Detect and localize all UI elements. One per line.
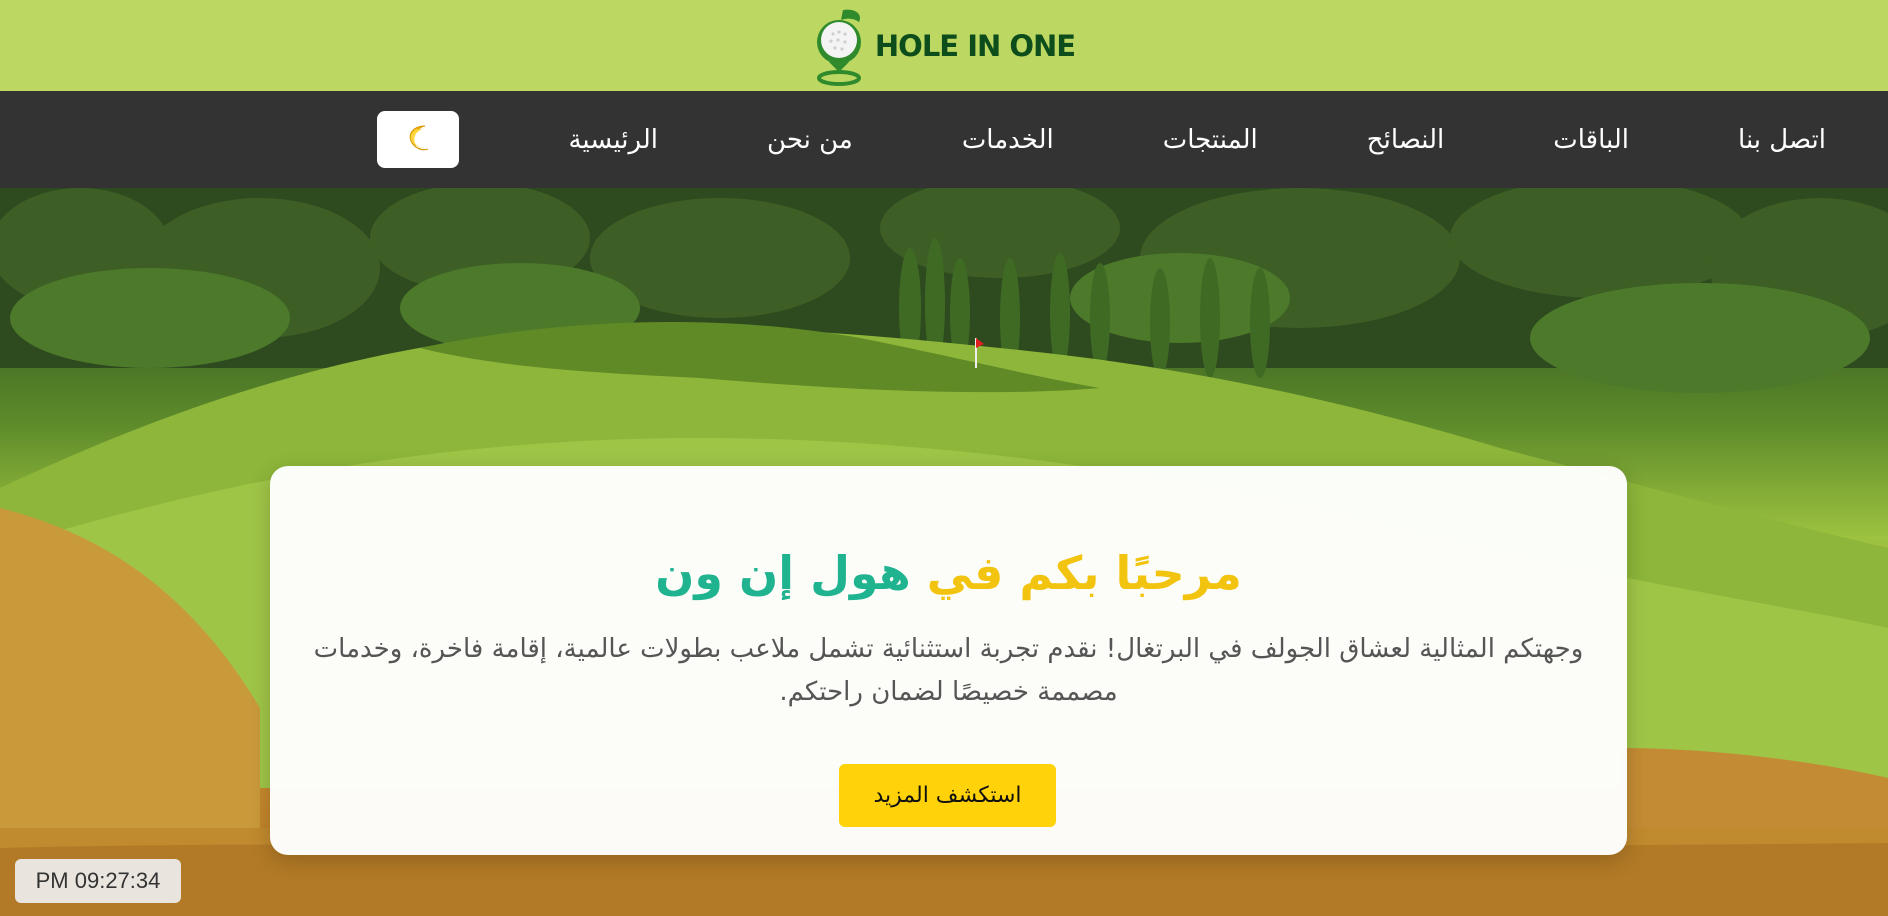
nav-item-tips[interactable]: النصائح	[1367, 125, 1444, 155]
nav-item-contact[interactable]: اتصل بنا	[1738, 125, 1826, 155]
main-nav: اتصل بنا الباقات النصائح المنتجات الخدما…	[0, 91, 1888, 188]
nav-item-packages[interactable]: الباقات	[1553, 125, 1629, 155]
golf-ball-on-tee-icon	[813, 6, 865, 86]
welcome-title: مرحبًا بكم في هول إن ون	[270, 546, 1627, 600]
crescent-moon-icon	[403, 123, 433, 157]
explore-more-button[interactable]: استكشف المزيد	[839, 764, 1056, 827]
clock-badge: PM 09:27:34	[15, 859, 181, 903]
welcome-title-part2: هول إن ون	[655, 546, 911, 600]
nav-item-services[interactable]: الخدمات	[962, 125, 1054, 155]
nav-item-products[interactable]: المنتجات	[1163, 125, 1258, 155]
brand-bar: HOLE IN ONE	[0, 0, 1888, 91]
welcome-description: وجهتكم المثالية لعشاق الجولف في البرتغال…	[313, 634, 1584, 707]
welcome-title-part1: مرحبًا بكم في	[926, 546, 1242, 600]
welcome-card: مرحبًا بكم في هول إن ون وجهتكم المثالية …	[270, 466, 1627, 855]
logo[interactable]: HOLE IN ONE	[813, 6, 1076, 86]
theme-toggle-button[interactable]	[377, 111, 460, 168]
nav-item-home[interactable]: الرئيسية	[568, 125, 658, 155]
logo-text: HOLE IN ONE	[874, 28, 1076, 63]
nav-item-about[interactable]: من نحن	[767, 125, 853, 155]
